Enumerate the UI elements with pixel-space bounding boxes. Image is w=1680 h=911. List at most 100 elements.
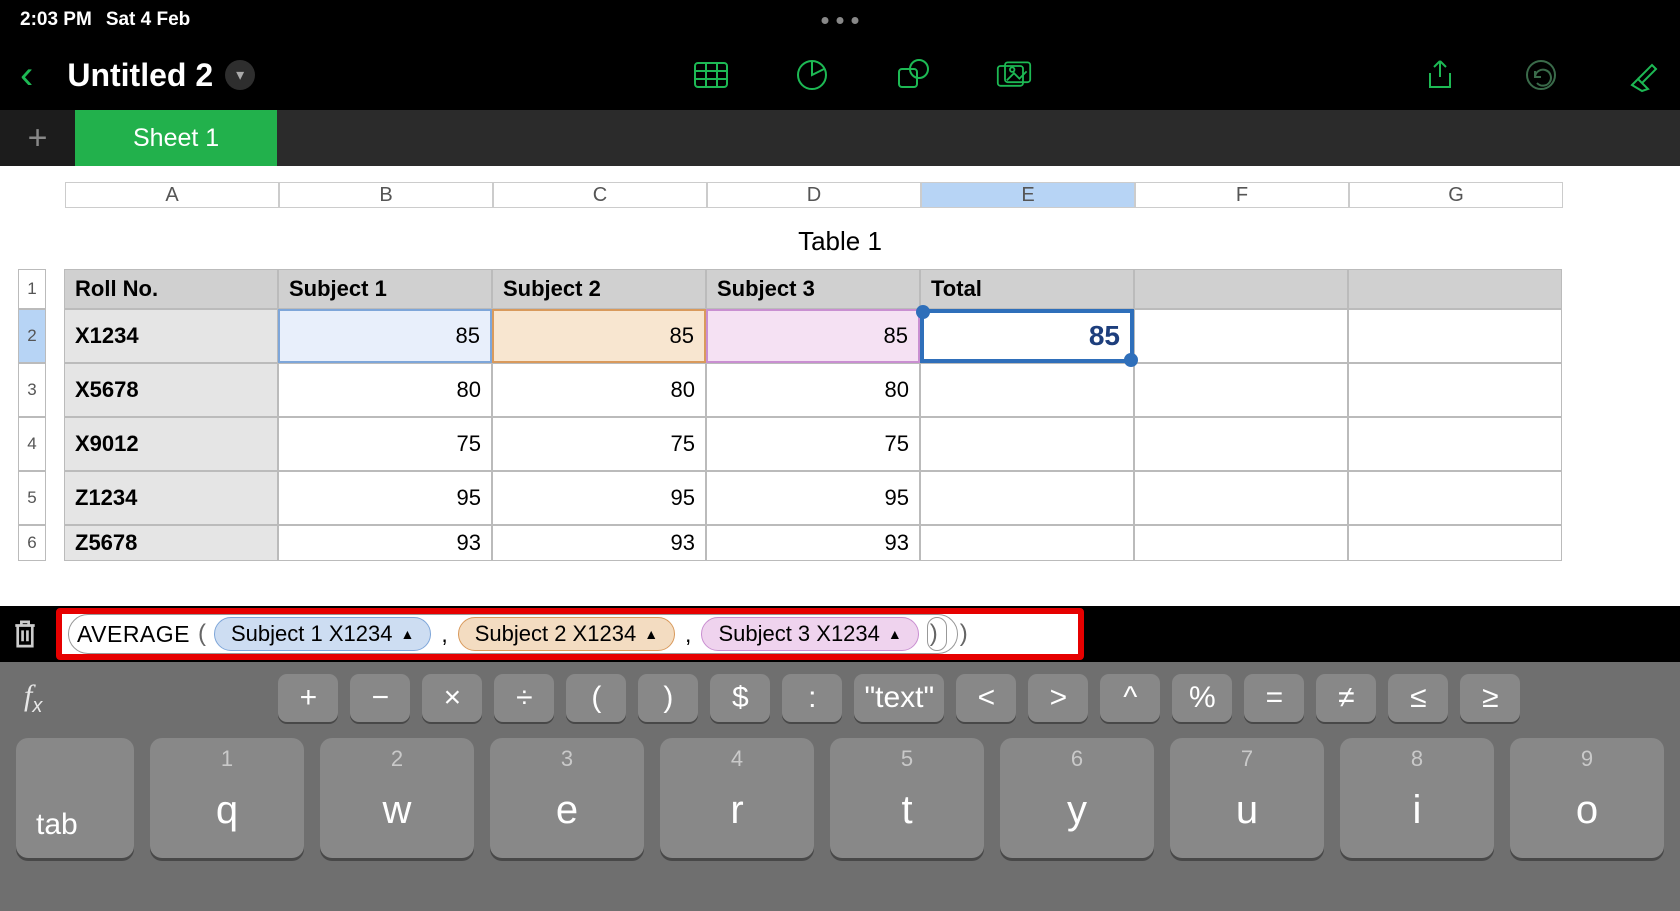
delete-formula-icon[interactable] xyxy=(8,617,42,651)
cell-b6[interactable]: 93 xyxy=(278,525,492,561)
op-key-15[interactable]: ≤ xyxy=(1388,674,1448,722)
back-button[interactable]: ‹ xyxy=(20,53,33,98)
col-head-c[interactable]: C xyxy=(493,182,707,208)
share-icon[interactable] xyxy=(1422,57,1458,93)
op-key-10[interactable]: > xyxy=(1028,674,1088,722)
key-w[interactable]: 2w xyxy=(320,738,474,858)
multitask-dots[interactable] xyxy=(822,17,859,24)
shape-icon[interactable] xyxy=(895,57,931,93)
key-t[interactable]: 5t xyxy=(830,738,984,858)
ref-pill-2[interactable]: Subject 2 X1234 ▲ xyxy=(458,617,675,651)
cell-c5[interactable]: 95 xyxy=(492,471,706,525)
key-r[interactable]: 4r xyxy=(660,738,814,858)
cell-a2[interactable]: X1234 xyxy=(64,309,278,363)
cell-b3[interactable]: 80 xyxy=(278,363,492,417)
row-head-3[interactable]: 3 xyxy=(18,363,46,417)
row-head-2[interactable]: 2 xyxy=(18,309,46,363)
col-head-e[interactable]: E xyxy=(921,182,1135,208)
cell-g2[interactable] xyxy=(1348,309,1562,363)
op-key-9[interactable]: < xyxy=(956,674,1016,722)
op-key-6[interactable]: $ xyxy=(710,674,770,722)
table-icon[interactable] xyxy=(693,57,729,93)
cell-c4[interactable]: 75 xyxy=(492,417,706,471)
op-key-3[interactable]: ÷ xyxy=(494,674,554,722)
chart-icon[interactable] xyxy=(794,57,830,93)
cell-e4[interactable] xyxy=(920,417,1134,471)
op-key-14[interactable]: ≠ xyxy=(1316,674,1376,722)
header-blank-g[interactable] xyxy=(1348,269,1562,309)
cell-b2[interactable]: 85 xyxy=(278,309,492,363)
op-key-13[interactable]: = xyxy=(1244,674,1304,722)
header-rollno[interactable]: Roll No. xyxy=(64,269,278,309)
row-head-1[interactable]: 1 xyxy=(18,269,46,309)
document-menu-chevron[interactable]: ▾ xyxy=(225,60,255,90)
cell-c2[interactable]: 85 xyxy=(492,309,706,363)
col-head-d[interactable]: D xyxy=(707,182,921,208)
cell-a6[interactable]: Z5678 xyxy=(64,525,278,561)
ref-pill-3[interactable]: Subject 3 X1234 ▲ xyxy=(701,617,918,651)
ref-pill-1[interactable]: Subject 1 X1234 ▲ xyxy=(214,617,431,651)
key-q[interactable]: 1q xyxy=(150,738,304,858)
cell-f2[interactable] xyxy=(1134,309,1348,363)
col-head-b[interactable]: B xyxy=(279,182,493,208)
cell-g6[interactable] xyxy=(1348,525,1562,561)
key-e[interactable]: 3e xyxy=(490,738,644,858)
op-key-1[interactable]: − xyxy=(350,674,410,722)
op-key-8[interactable]: "text" xyxy=(854,674,944,722)
header-subject1[interactable]: Subject 1 xyxy=(278,269,492,309)
cell-f3[interactable] xyxy=(1134,363,1348,417)
cell-b4[interactable]: 75 xyxy=(278,417,492,471)
cell-d2[interactable]: 85 xyxy=(706,309,920,363)
cell-g4[interactable] xyxy=(1348,417,1562,471)
formula-bar[interactable]: AVERAGE ( Subject 1 X1234 ▲ , Subject 2 … xyxy=(56,608,1084,660)
header-subject3[interactable]: Subject 3 xyxy=(706,269,920,309)
col-head-a[interactable]: A xyxy=(65,182,279,208)
selection-handle-tl[interactable] xyxy=(916,305,930,319)
media-icon[interactable] xyxy=(996,57,1032,93)
cell-f4[interactable] xyxy=(1134,417,1348,471)
cell-g5[interactable] xyxy=(1348,471,1562,525)
op-key-11[interactable]: ^ xyxy=(1100,674,1160,722)
op-key-0[interactable]: + xyxy=(278,674,338,722)
cell-b5[interactable]: 95 xyxy=(278,471,492,525)
table-title[interactable]: Table 1 xyxy=(0,226,1680,257)
formula-function-pill[interactable]: AVERAGE ( Subject 1 X1234 ▲ , Subject 2 … xyxy=(68,614,958,654)
col-head-g[interactable]: G xyxy=(1349,182,1563,208)
cell-e5[interactable] xyxy=(920,471,1134,525)
op-key-2[interactable]: × xyxy=(422,674,482,722)
op-key-7[interactable]: : xyxy=(782,674,842,722)
op-key-4[interactable]: ( xyxy=(566,674,626,722)
cell-a5[interactable]: Z1234 xyxy=(64,471,278,525)
tab-key[interactable]: tab xyxy=(16,738,134,858)
key-y[interactable]: 6y xyxy=(1000,738,1154,858)
sheet-tab-1[interactable]: Sheet 1 xyxy=(75,110,277,166)
cell-e3[interactable] xyxy=(920,363,1134,417)
cell-d6[interactable]: 93 xyxy=(706,525,920,561)
key-o[interactable]: 9o xyxy=(1510,738,1664,858)
row-head-5[interactable]: 5 xyxy=(18,471,46,525)
add-sheet-button[interactable]: + xyxy=(0,110,75,166)
row-head-4[interactable]: 4 xyxy=(18,417,46,471)
col-head-f[interactable]: F xyxy=(1135,182,1349,208)
cell-a4[interactable]: X9012 xyxy=(64,417,278,471)
format-brush-icon[interactable] xyxy=(1624,57,1660,93)
cell-e6[interactable] xyxy=(920,525,1134,561)
header-blank-f[interactable] xyxy=(1134,269,1348,309)
row-head-6[interactable]: 6 xyxy=(18,525,46,561)
key-u[interactable]: 7u xyxy=(1170,738,1324,858)
header-subject2[interactable]: Subject 2 xyxy=(492,269,706,309)
fx-label[interactable]: fx xyxy=(24,679,42,718)
cell-c6[interactable]: 93 xyxy=(492,525,706,561)
header-total[interactable]: Total xyxy=(920,269,1134,309)
cell-f6[interactable] xyxy=(1134,525,1348,561)
undo-icon[interactable] xyxy=(1523,57,1559,93)
cell-f5[interactable] xyxy=(1134,471,1348,525)
cell-c3[interactable]: 80 xyxy=(492,363,706,417)
key-i[interactable]: 8i xyxy=(1340,738,1494,858)
cell-d4[interactable]: 75 xyxy=(706,417,920,471)
cell-d5[interactable]: 95 xyxy=(706,471,920,525)
op-key-12[interactable]: % xyxy=(1172,674,1232,722)
selection-handle-br[interactable] xyxy=(1124,353,1138,367)
op-key-5[interactable]: ) xyxy=(638,674,698,722)
cell-a3[interactable]: X5678 xyxy=(64,363,278,417)
